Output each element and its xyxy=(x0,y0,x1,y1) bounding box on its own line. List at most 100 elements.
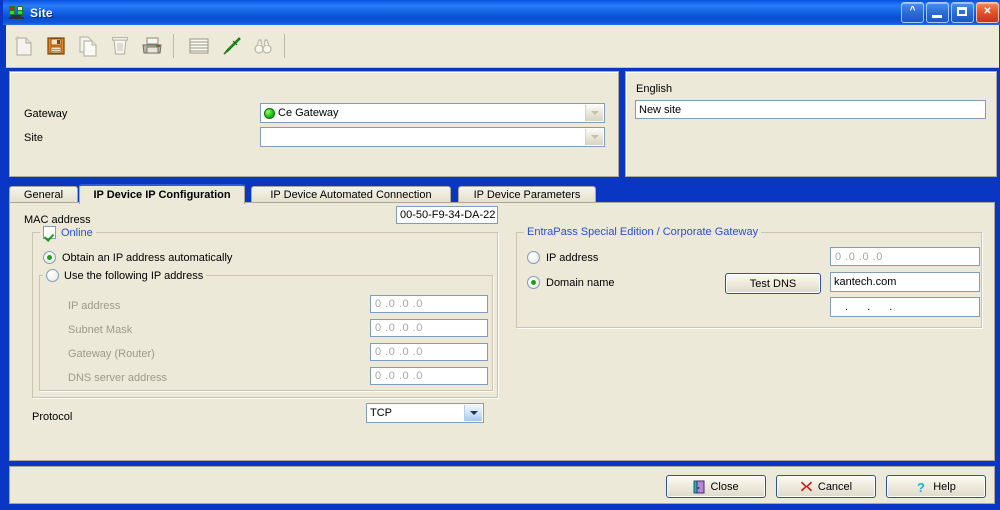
tab-ip-device-ip-configuration[interactable]: IP Device IP Configuration xyxy=(79,184,245,204)
window-controls: ^ ✕ xyxy=(901,2,1000,23)
dns-server-address-label: DNS server address xyxy=(68,372,168,384)
new-icon[interactable] xyxy=(10,31,38,61)
title-bar: Site ^ ✕ xyxy=(3,0,1000,25)
svg-text:?: ? xyxy=(917,480,925,494)
entrapass-domain-name-radio[interactable] xyxy=(527,276,540,289)
tab-ip-device-parameters[interactable]: IP Device Parameters xyxy=(458,186,596,203)
entrapass-domain-name-label: Domain name xyxy=(546,276,615,289)
ip-address-value: 0 .0 .0 .0 xyxy=(375,298,423,310)
gateway-label: Gateway xyxy=(24,108,68,120)
test-dns-label: Test DNS xyxy=(749,277,797,290)
use-following-ip-radio[interactable] xyxy=(46,269,59,282)
online-label: Online xyxy=(61,226,93,239)
gateway-value: Ce Gateway xyxy=(278,107,339,119)
tab-ip-device-automated-connection[interactable]: IP Device Automated Connection xyxy=(251,186,451,203)
help-question-icon: ? xyxy=(916,480,928,494)
gateway-router-label: Gateway (Router) xyxy=(68,348,155,360)
entrapass-domain-name-input[interactable]: kantech.com xyxy=(830,272,980,292)
help-button-footer[interactable]: ? Help xyxy=(886,475,986,498)
manual-ip-group: Use the following IP address IP address … xyxy=(39,269,493,391)
print-icon[interactable] xyxy=(138,31,166,61)
ip-address-input[interactable]: 0 .0 .0 .0 xyxy=(370,295,488,313)
site-window: Site ^ ✕ Gateway Ce Gateway Site English… xyxy=(0,0,1000,510)
close-button-footer[interactable]: Close xyxy=(666,475,766,498)
obtain-ip-automatically-label: Obtain an IP address automatically xyxy=(62,251,233,264)
window-title: Site xyxy=(30,5,53,20)
cancel-x-icon xyxy=(800,480,813,493)
use-following-ip-label: Use the following IP address xyxy=(64,269,204,282)
gateway-router-input[interactable]: 0 .0 .0 .0 xyxy=(370,343,488,361)
site-monitor-icon xyxy=(8,5,25,21)
edit-pen-icon[interactable] xyxy=(217,31,245,61)
subnet-mask-value: 0 .0 .0 .0 xyxy=(375,322,423,334)
maximize-button[interactable] xyxy=(951,2,974,23)
entrapass-ip-address-row[interactable]: IP address xyxy=(527,251,598,264)
language-panel: English New site xyxy=(625,71,997,177)
mac-address-input[interactable]: 00-50-F9-34-DA-22 xyxy=(396,206,498,224)
cancel-label: Cancel xyxy=(817,480,853,493)
site-combo[interactable] xyxy=(260,127,605,147)
site-name-value: New site xyxy=(639,103,682,116)
dns-server-address-input[interactable]: 0 .0 .0 .0 xyxy=(370,367,488,385)
gateway-site-panel: Gateway Ce Gateway Site xyxy=(9,71,619,177)
protocol-label: Protocol xyxy=(32,411,73,423)
tab-strip: General IP Device IP Configuration IP De… xyxy=(9,184,995,204)
subnet-mask-label: Subnet Mask xyxy=(68,324,133,336)
rollup-button[interactable]: ^ xyxy=(901,2,924,23)
toolbar-separator xyxy=(173,34,174,58)
entrapass-resolved-ip-input[interactable]: . . . xyxy=(830,297,980,317)
dialog-footer: Close Cancel ? Help xyxy=(9,466,995,504)
toolbar xyxy=(6,25,999,68)
protocol-value: TCP xyxy=(370,407,392,419)
maximize-icon xyxy=(957,7,967,16)
entrapass-gateway-title: EntraPass Special Edition / Corporate Ga… xyxy=(524,226,762,238)
site-name-input[interactable]: New site xyxy=(635,100,986,119)
test-dns-button[interactable]: Test DNS xyxy=(725,273,821,294)
online-checkbox-row[interactable]: Online xyxy=(40,226,96,239)
online-checkbox[interactable] xyxy=(43,226,56,239)
minimize-button[interactable] xyxy=(926,2,949,23)
obtain-ip-automatically-row[interactable]: Obtain an IP address automatically xyxy=(43,251,232,264)
toolbar-separator xyxy=(284,34,285,58)
rollup-chevron-icon: ^ xyxy=(909,5,916,16)
entrapass-domain-name-row[interactable]: Domain name xyxy=(527,276,614,289)
entrapass-ip-address-input[interactable]: 0 .0 .0 .0 xyxy=(830,247,980,266)
gateway-router-value: 0 .0 .0 .0 xyxy=(375,346,423,358)
gateway-status-dot-icon xyxy=(264,107,275,119)
delete-icon[interactable] xyxy=(106,31,134,61)
list-icon[interactable] xyxy=(185,31,213,61)
cancel-button-footer[interactable]: Cancel xyxy=(776,475,876,498)
close-button[interactable]: ✕ xyxy=(976,2,999,23)
search-binoculars-icon[interactable] xyxy=(249,31,277,61)
use-following-ip-row[interactable]: Use the following IP address xyxy=(43,269,207,282)
copy-icon[interactable] xyxy=(74,31,102,61)
language-label: English xyxy=(636,83,673,95)
mac-address-value: 00-50-F9-34-DA-22 xyxy=(400,209,496,221)
site-chevron-down-icon[interactable] xyxy=(585,129,603,145)
gateway-chevron-down-icon[interactable] xyxy=(585,105,603,121)
entrapass-ip-address-radio[interactable] xyxy=(527,251,540,264)
obtain-ip-automatically-radio[interactable] xyxy=(43,251,56,264)
entrapass-domain-name-value: kantech.com xyxy=(834,276,897,288)
ip-address-label: IP address xyxy=(68,300,121,312)
dns-server-address-value: 0 .0 .0 .0 xyxy=(375,370,423,382)
close-label: Close xyxy=(710,480,739,493)
gateway-combo[interactable]: Ce Gateway xyxy=(260,103,605,123)
save-icon[interactable] xyxy=(42,31,70,61)
tab-general[interactable]: General xyxy=(9,186,78,203)
site-label: Site xyxy=(24,132,43,144)
entrapass-ip-address-label: IP address xyxy=(546,251,599,264)
entrapass-resolved-ip-value: . . . xyxy=(845,301,901,313)
entrapass-gateway-group: EntraPass Special Edition / Corporate Ga… xyxy=(516,226,982,328)
close-door-icon xyxy=(693,480,705,494)
subnet-mask-input[interactable]: 0 .0 .0 .0 xyxy=(370,319,488,337)
mac-address-label: MAC address xyxy=(24,214,91,226)
entrapass-ip-address-value: 0 .0 .0 .0 xyxy=(835,250,883,263)
tab-panel-ip-device-ip-configuration: MAC address 00-50-F9-34-DA-22 Online Obt… xyxy=(9,202,995,461)
close-icon: ✕ xyxy=(983,6,992,17)
protocol-combo[interactable]: TCP xyxy=(366,403,484,423)
online-group: Online Obtain an IP address automaticall… xyxy=(32,226,498,398)
help-label: Help xyxy=(933,480,956,493)
minimize-icon xyxy=(932,15,942,18)
protocol-chevron-down-icon[interactable] xyxy=(464,405,482,421)
